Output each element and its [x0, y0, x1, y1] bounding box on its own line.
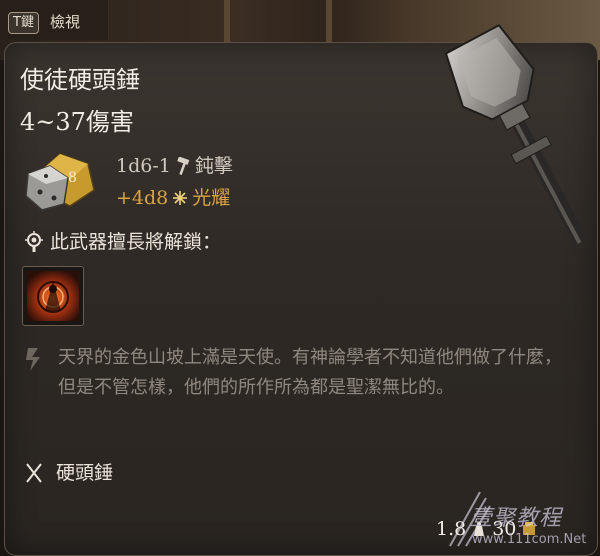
- blunt-damage-icon: [177, 157, 190, 175]
- dice-roll-text: 1d6-1: [116, 155, 171, 177]
- unlock-icon: [25, 231, 43, 252]
- proficiency-unlock-row: 此武器擅長將解鎖：: [24, 229, 221, 255]
- radiant-damage-icon: [173, 191, 188, 205]
- unlock-label: 此武器擅長將解鎖：: [50, 231, 222, 253]
- watermark-brand: 壹聚教程: [470, 506, 563, 531]
- svg-text:8: 8: [68, 170, 77, 186]
- watermark-url: www.111com.Net: [472, 532, 587, 547]
- damage-roll-2: +4d8 光耀: [116, 185, 230, 211]
- dice-icon: 8: [25, 153, 95, 211]
- item-description: 天界的金色山坡上滿是天使。有神論學者不知道他們做了什麼，但是不管怎樣，他們的所作…: [58, 347, 562, 398]
- proficiency-ability-slot[interactable]: [22, 266, 84, 326]
- scene-frame-divider: [326, 0, 332, 42]
- damage-type-text: 光耀: [192, 187, 231, 209]
- keybind-badge: T鍵: [8, 12, 39, 34]
- weight-value: 1.8: [436, 518, 467, 540]
- dice-roll-text: +4d8: [116, 187, 169, 209]
- flavor-text-icon: [26, 348, 40, 371]
- mace-weapon-art: [444, 24, 588, 246]
- proficiency-ability-icon: [27, 271, 79, 321]
- inspect-hint[interactable]: T鍵 檢視: [0, 0, 109, 40]
- inspect-label: 檢視: [50, 13, 81, 31]
- item-name: 使徒硬頭錘: [20, 66, 140, 94]
- weapon-type-label: 硬頭錘: [56, 462, 114, 484]
- damage-type-text: 鈍擊: [194, 155, 233, 177]
- scene-frame-divider: [224, 0, 230, 42]
- damage-range: 4~37傷害: [20, 108, 134, 136]
- crossed-weapons-icon: [26, 463, 42, 483]
- damage-roll-1: 1d6-1 鈍擊: [116, 153, 233, 179]
- weapon-type-row: 硬頭錘: [24, 460, 113, 486]
